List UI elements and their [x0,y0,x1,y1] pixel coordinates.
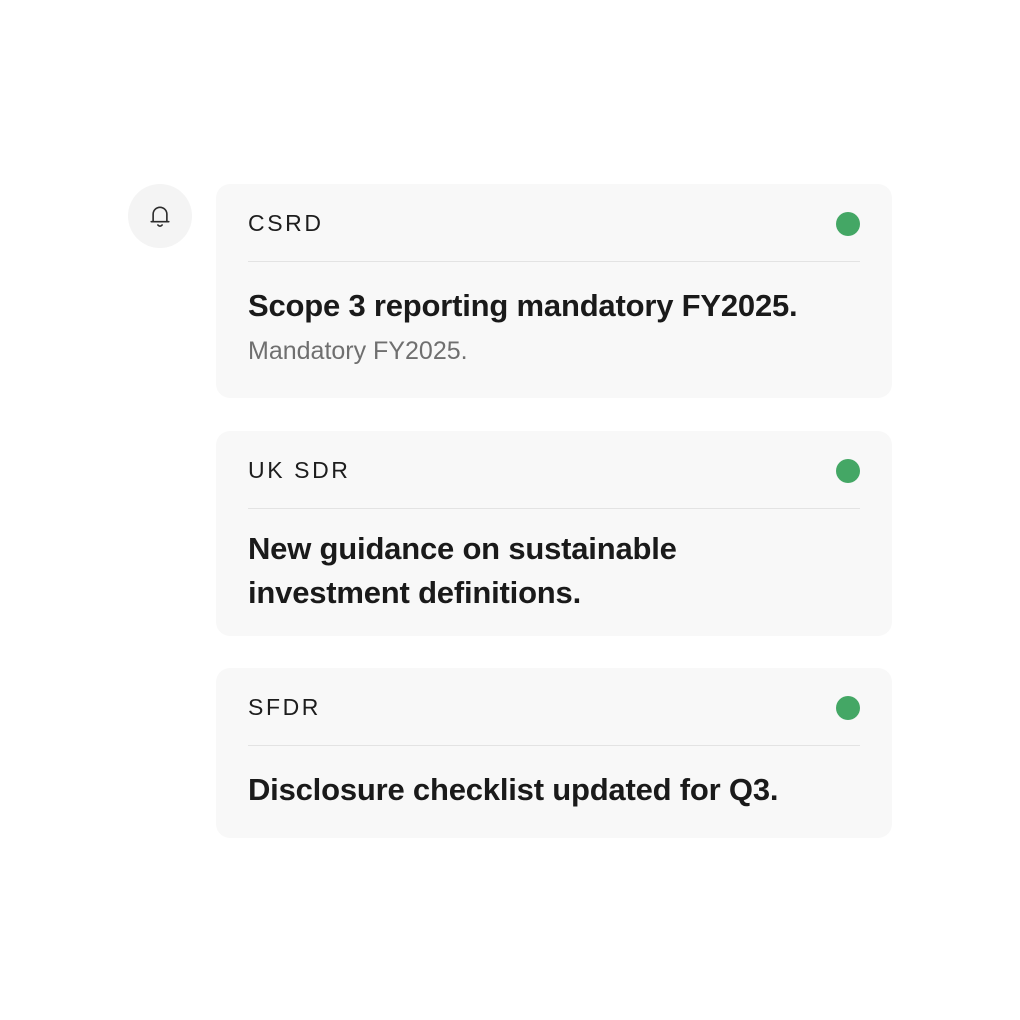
card-header: SFDR [248,668,860,746]
notification-title: New guidance on sustainable investment d… [248,531,677,610]
notification-subtitle: Mandatory FY2025. [248,337,468,365]
card-body: New guidance on sustainable investment d… [248,509,860,615]
card-body: Disclosure checklist updated for Q3. [248,746,860,812]
notifications-bell-button[interactable] [128,184,192,248]
regulation-tag: SFDR [248,694,322,720]
notification-card-uk-sdr[interactable]: UK SDR New guidance on sustainable inves… [216,431,892,636]
notification-card-csrd[interactable]: CSRD Scope 3 reporting mandatory FY2025.… [216,184,892,398]
regulation-tag: CSRD [248,210,324,236]
card-body: Scope 3 reporting mandatory FY2025. Mand… [248,262,860,368]
status-dot [836,211,860,236]
bell-icon [145,201,175,231]
notification-title: Disclosure checklist updated for Q3. [248,772,779,807]
notification-card-sfdr[interactable]: SFDR Disclosure checklist updated for Q3… [216,668,892,838]
card-header: UK SDR [248,431,860,509]
status-dot [836,458,860,483]
status-dot [836,695,860,720]
card-header: CSRD [248,184,860,262]
regulation-tag: UK SDR [248,457,351,483]
notification-title: Scope 3 reporting mandatory FY2025. [248,288,798,323]
